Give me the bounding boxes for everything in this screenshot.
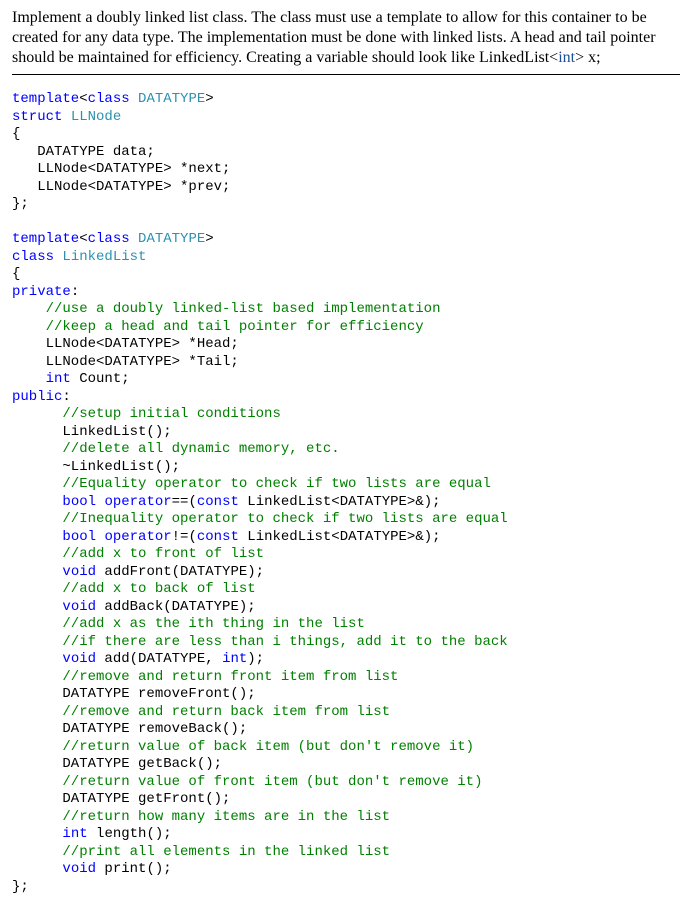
code-token: bool xyxy=(62,494,96,510)
code-token xyxy=(12,651,62,667)
code-comment: //remove and return front item from list xyxy=(12,669,398,685)
code-token: DATATYPE xyxy=(138,231,205,247)
code-token xyxy=(12,826,62,842)
code-line: DATATYPE getBack(); xyxy=(12,756,222,772)
code-comment: //return how many items are in the list xyxy=(12,809,390,825)
code-line: DATATYPE getFront(); xyxy=(12,791,230,807)
code-line: LLNode<DATATYPE> *Head; xyxy=(12,336,239,352)
code-comment: //Equality operator to check if two list… xyxy=(12,476,491,492)
code-line: { xyxy=(12,126,20,142)
code-token: class xyxy=(88,91,130,107)
code-token: template xyxy=(12,231,79,247)
code-line: ~LinkedList(); xyxy=(12,459,180,475)
code-token: void xyxy=(62,651,96,667)
code-token: const xyxy=(197,529,239,545)
code-token: LinkedList<DATATYPE>&); xyxy=(239,494,441,510)
code-token: ); xyxy=(247,651,264,667)
code-line: }; xyxy=(12,879,29,895)
code-line: { xyxy=(12,266,20,282)
code-token: < xyxy=(79,91,87,107)
code-comment: //keep a head and tail pointer for effic… xyxy=(12,319,424,335)
code-token: void xyxy=(62,599,96,615)
code-token: DATATYPE xyxy=(138,91,205,107)
code-token xyxy=(62,109,70,125)
code-token: void xyxy=(62,564,96,580)
code-token xyxy=(12,494,62,510)
code-token: Count; xyxy=(71,371,130,387)
code-token: operator xyxy=(104,529,171,545)
code-token: length(); xyxy=(88,826,172,842)
code-line: LinkedList(); xyxy=(12,424,172,440)
code-token xyxy=(130,231,138,247)
code-token: bool xyxy=(62,529,96,545)
code-comment: //add x to front of list xyxy=(12,546,264,562)
code-comment: //delete all dynamic memory, etc. xyxy=(12,441,340,457)
code-token: int xyxy=(46,371,71,387)
code-comment: //return value of front item (but don't … xyxy=(12,774,482,790)
code-token: > xyxy=(205,91,213,107)
code-token: operator xyxy=(104,494,171,510)
code-token: ==( xyxy=(172,494,197,510)
code-line: LLNode<DATATYPE> *next; xyxy=(12,161,230,177)
code-token: struct xyxy=(12,109,62,125)
code-token: > xyxy=(205,231,213,247)
code-token: print(); xyxy=(96,861,172,877)
code-comment: //return value of back item (but don't r… xyxy=(12,739,474,755)
code-token: public xyxy=(12,389,62,405)
code-token: const xyxy=(197,494,239,510)
separator-line xyxy=(12,74,680,75)
code-token: LLNode xyxy=(71,109,121,125)
code-comment: //remove and return back item from list xyxy=(12,704,390,720)
code-token: class xyxy=(88,231,130,247)
code-comment: //Inequality operator to check if two li… xyxy=(12,511,508,527)
code-comment: //setup initial conditions xyxy=(12,406,281,422)
code-token: !=( xyxy=(172,529,197,545)
code-line: DATATYPE data; xyxy=(12,144,155,160)
code-token: void xyxy=(62,861,96,877)
code-token xyxy=(12,529,62,545)
code-token: add(DATATYPE, xyxy=(96,651,222,667)
code-token xyxy=(12,371,46,387)
code-token: LinkedList<DATATYPE>&); xyxy=(239,529,441,545)
description-text-2: > x; xyxy=(575,49,600,66)
code-token: int xyxy=(62,826,87,842)
code-comment: //if there are less than i things, add i… xyxy=(12,634,508,650)
code-token xyxy=(12,564,62,580)
code-token xyxy=(130,91,138,107)
code-token: < xyxy=(79,231,87,247)
code-comment: //print all elements in the linked list xyxy=(12,844,390,860)
code-comment: //use a doubly linked-list based impleme… xyxy=(12,301,440,317)
problem-description: Implement a doubly linked list class. Th… xyxy=(12,8,680,68)
code-line: DATATYPE removeBack(); xyxy=(12,721,247,737)
code-comment: //add x to back of list xyxy=(12,581,256,597)
code-line: }; xyxy=(12,196,29,212)
code-block: template<class DATATYPE> struct LLNode {… xyxy=(12,91,680,896)
code-token: : xyxy=(62,389,70,405)
code-line: DATATYPE removeFront(); xyxy=(12,686,256,702)
code-token: addBack(DATATYPE); xyxy=(96,599,256,615)
description-type-highlight: int xyxy=(558,49,575,66)
code-token xyxy=(12,861,62,877)
code-line: LLNode<DATATYPE> *Tail; xyxy=(12,354,239,370)
code-token: int xyxy=(222,651,247,667)
code-token xyxy=(12,599,62,615)
code-line: LLNode<DATATYPE> *prev; xyxy=(12,179,230,195)
code-token: private xyxy=(12,284,71,300)
code-comment: //add x as the ith thing in the list xyxy=(12,616,365,632)
code-token: addFront(DATATYPE); xyxy=(96,564,264,580)
code-token: LinkedList xyxy=(62,249,146,265)
code-token: : xyxy=(71,284,79,300)
code-token: template xyxy=(12,91,79,107)
code-token: class xyxy=(12,249,54,265)
